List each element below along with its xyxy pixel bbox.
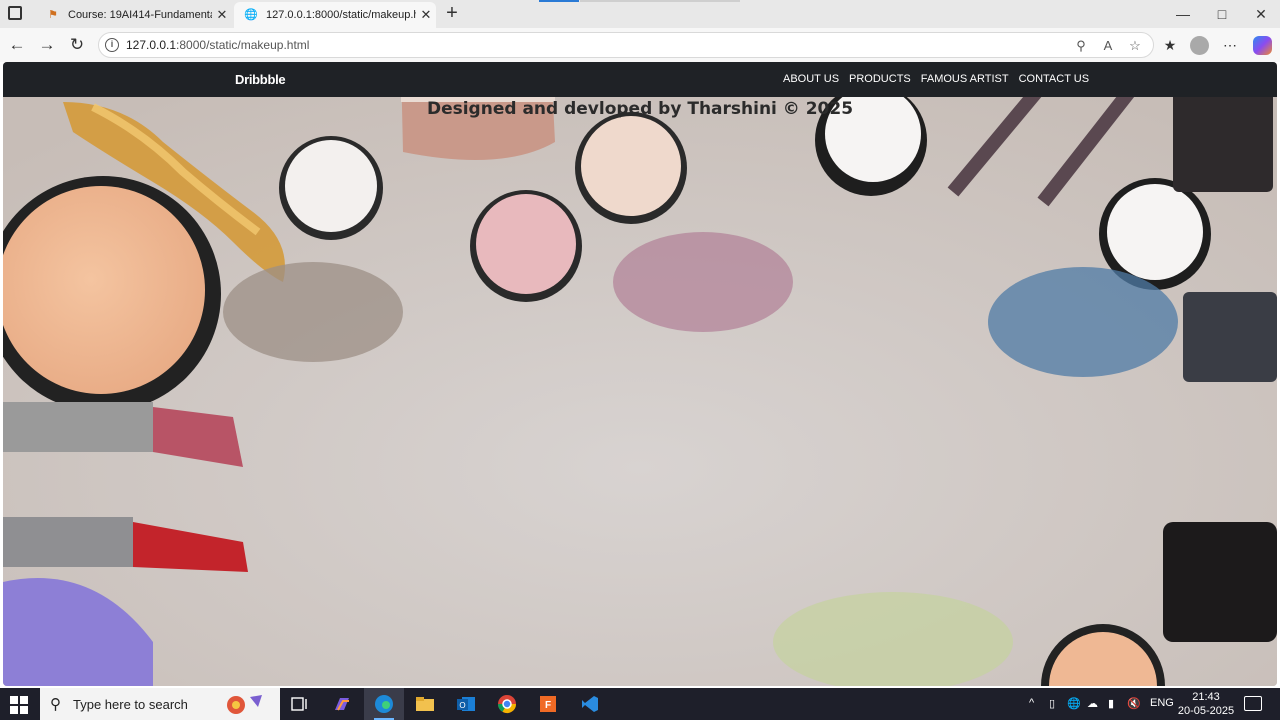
accent-bar-gray: [580, 0, 740, 2]
foxit-icon[interactable]: F: [528, 688, 568, 720]
menu-about-us[interactable]: ABOUT US: [783, 73, 839, 85]
tab-title: Course: 19AI414-Fundamentals o: [68, 9, 212, 21]
file-explorer-icon[interactable]: [405, 688, 445, 720]
globe-icon: 🌐: [244, 9, 258, 21]
vscode-icon[interactable]: [570, 688, 610, 720]
taskbar-search[interactable]: ⚲ Type here to search: [40, 688, 280, 720]
site-menu: ABOUT US PRODUCTS FAMOUS ARTIST CONTACT …: [783, 73, 1089, 85]
tab-makeup[interactable]: 🌐 127.0.0.1:8000/static/makeup.htm ✕: [234, 2, 436, 28]
site-info-icon[interactable]: i: [105, 38, 119, 52]
page-viewport: Dribbble ABOUT US PRODUCTS FAMOUS ARTIST…: [3, 62, 1277, 686]
chrome-icon[interactable]: [487, 688, 527, 720]
svg-text:F: F: [545, 700, 551, 711]
task-view-icon[interactable]: [280, 688, 320, 720]
moodle-favicon-icon: ⚑: [48, 9, 58, 21]
browser-toolbar: ← → ↻ i 127.0.0.1:8000/static/makeup.htm…: [0, 28, 1280, 62]
tab-course[interactable]: ⚑ Course: 19AI414-Fundamentals o ✕: [36, 2, 232, 28]
taskbar: ⚲ Type here to search O F ^ ▯ 🌐 ☁ ▮ 🔇 EN…: [0, 688, 1280, 720]
volume-muted-icon[interactable]: 🔇: [1127, 697, 1141, 710]
profile-avatar[interactable]: [1190, 36, 1209, 55]
copilot-app-icon[interactable]: [322, 688, 362, 720]
menu-contact-us[interactable]: CONTACT US: [1019, 73, 1090, 85]
device-icon[interactable]: ▯: [1049, 697, 1055, 710]
edge-app-icon[interactable]: [364, 688, 404, 720]
site-navbar: Dribbble ABOUT US PRODUCTS FAMOUS ARTIST…: [3, 62, 1277, 97]
cloud-icon[interactable]: ☁: [1087, 697, 1098, 710]
clock[interactable]: 21:43 20-05-2025: [1176, 690, 1236, 718]
network-globe-icon[interactable]: 🌐: [1067, 697, 1081, 710]
zoom-icon[interactable]: ⚲: [1072, 37, 1090, 55]
close-tab-icon[interactable]: ✕: [212, 7, 232, 23]
favorites-icon[interactable]: ★: [1159, 34, 1181, 56]
back-button[interactable]: ←: [6, 34, 28, 56]
search-highlight-icon: [227, 695, 262, 714]
tab-actions-icon[interactable]: [8, 6, 22, 20]
clock-date: 20-05-2025: [1177, 705, 1235, 717]
search-placeholder: Type here to search: [73, 697, 188, 712]
favorite-star-icon[interactable]: ☆: [1126, 37, 1144, 55]
more-menu-icon[interactable]: ⋯: [1219, 34, 1241, 56]
makeup-hero-background: [3, 62, 1277, 686]
svg-text:O: O: [459, 701, 465, 710]
close-tab-icon[interactable]: ✕: [416, 7, 436, 23]
battery-icon[interactable]: ▮: [1108, 697, 1114, 710]
url-host: 127.0.0.1: [126, 38, 177, 52]
url-path: :8000/static/makeup.html: [176, 38, 310, 52]
browser-tab-strip: ⚑ Course: 19AI414-Fundamentals o ✕ 🌐 127…: [0, 0, 1280, 28]
refresh-button[interactable]: ↻: [66, 34, 88, 56]
tab-title: 127.0.0.1:8000/static/makeup.htm: [266, 9, 416, 21]
copilot-icon[interactable]: [1253, 36, 1272, 55]
new-tab-button[interactable]: +: [442, 2, 462, 26]
address-bar[interactable]: i 127.0.0.1:8000/static/makeup.html ⚲ A …: [98, 32, 1154, 58]
outlook-icon[interactable]: O: [446, 688, 486, 720]
windows-start-icon[interactable]: [10, 696, 28, 714]
url-text[interactable]: 127.0.0.1:8000/static/makeup.html: [126, 38, 309, 52]
forward-button[interactable]: →: [36, 34, 58, 56]
notification-icon[interactable]: [1244, 696, 1262, 711]
accent-bar: [539, 0, 579, 2]
clock-time: 21:43: [1192, 691, 1220, 703]
minimize-button[interactable]: —: [1168, 4, 1198, 24]
menu-famous-artist[interactable]: FAMOUS ARTIST: [921, 73, 1009, 85]
close-window-button[interactable]: ✕: [1246, 4, 1276, 24]
credit-text: Designed and devloped by Tharshini © 202…: [426, 99, 854, 119]
maximize-button[interactable]: □: [1207, 4, 1237, 24]
read-aloud-icon[interactable]: A: [1099, 37, 1117, 55]
show-hidden-icons[interactable]: ^: [1029, 697, 1034, 709]
search-icon: ⚲: [50, 696, 61, 713]
site-brand[interactable]: Dribbble: [235, 72, 286, 87]
language-indicator[interactable]: ENG: [1150, 697, 1174, 709]
menu-products[interactable]: PRODUCTS: [849, 73, 911, 85]
